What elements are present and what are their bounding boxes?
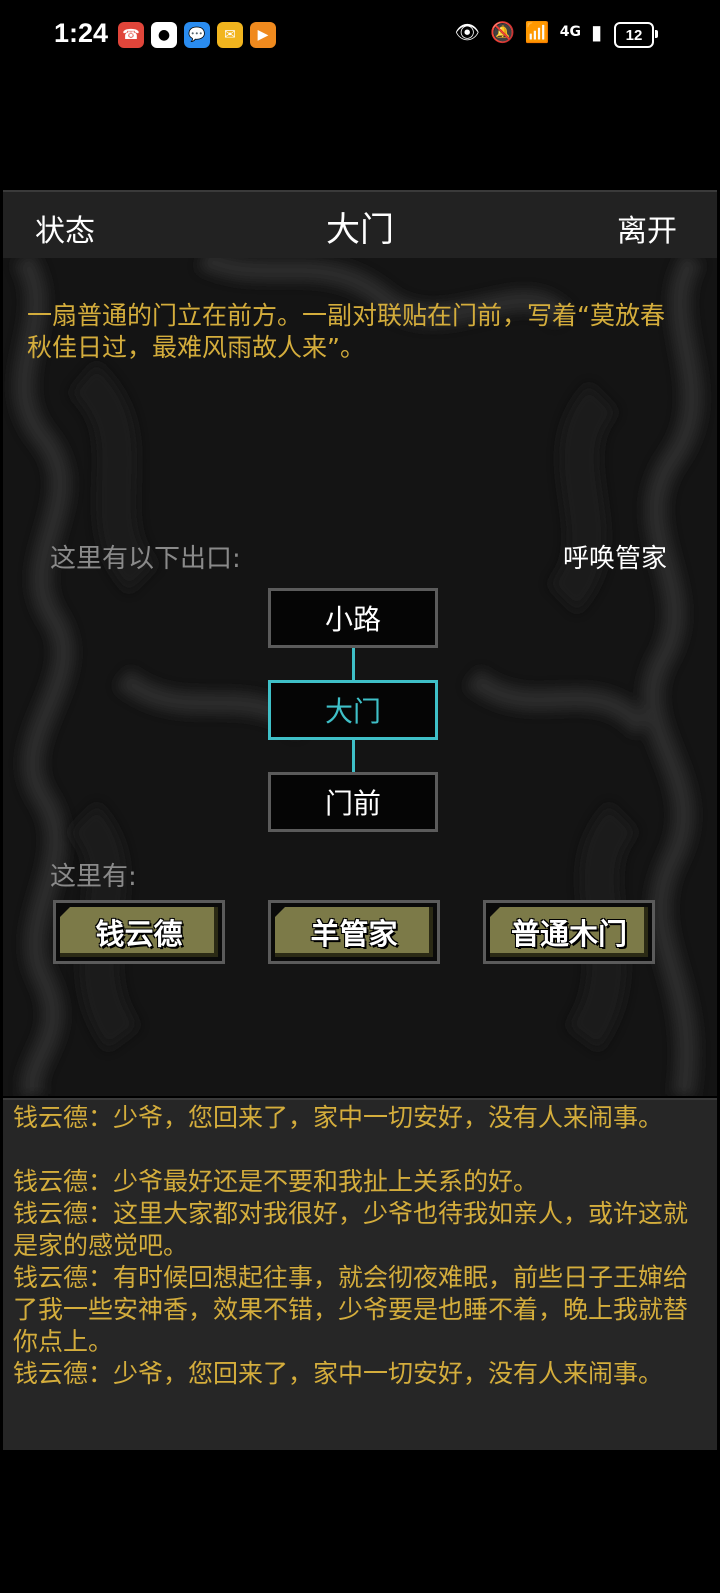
battery-icon: 12 <box>614 22 658 48</box>
log-line: 钱云德：少爷，您回来了，家中一切安好，没有人来闹事。 <box>13 1359 664 1388</box>
npc-label: 羊管家 <box>275 907 433 957</box>
mail-icon: ✉ <box>217 22 243 48</box>
status-time: 1:24 <box>54 18 109 48</box>
map-connector <box>352 740 355 772</box>
current-room[interactable]: 大门 <box>268 680 438 740</box>
map-connector <box>352 648 355 680</box>
exit-room-path[interactable]: 小路 <box>268 588 438 648</box>
signal-icon: ▮ <box>590 20 602 44</box>
status-bar: 1:24 ☎ ● 💬 ✉ ▶ 👁 🔕 📶 4G ▮ 12 <box>0 0 720 72</box>
mute-icon: 🔕 <box>489 20 515 44</box>
npc-button[interactable]: 钱云德 <box>53 900 225 964</box>
log-line: 钱云德：少爷最好还是不要和我扯上关系的好。 <box>13 1167 539 1196</box>
notification-icons: ☎ ● 💬 ✉ ▶ <box>118 22 276 48</box>
leave-button[interactable]: 离开 <box>617 206 677 250</box>
scene-panel: 一扇普通的门立在前方。一副对联贴在门前，写着“莫放春秋佳日过，最难风雨故人来”。… <box>3 258 717 1096</box>
qq-icon: ● <box>151 22 177 48</box>
eye-icon: 👁 <box>454 20 480 44</box>
smoke-background <box>13 258 703 1096</box>
exit-room-front[interactable]: 门前 <box>268 772 438 832</box>
wifi-icon: 📶 <box>524 20 550 44</box>
system-icons: 👁 🔕 📶 4G ▮ <box>455 20 602 44</box>
missed-call-icon: ☎ <box>118 22 144 48</box>
message-icon: 💬 <box>184 22 210 48</box>
log-line: 钱云德：这里大家都对我很好，少爷也待我如亲人，或许这就是家的感觉吧。 <box>13 1199 689 1260</box>
npc-label: 钱云德 <box>60 907 218 957</box>
scene-description: 一扇普通的门立在前方。一副对联贴在门前，写着“莫放春秋佳日过，最难风雨故人来”。 <box>27 301 665 362</box>
page-title: 大门 <box>326 210 394 250</box>
object-button[interactable]: 普通木门 <box>483 900 655 964</box>
npc-label: 普通木门 <box>490 907 648 957</box>
log-line: 钱云德：有时候回想起往事，就会彻夜难眠，前些日子王婶给了我一些安神香，效果不错，… <box>13 1263 689 1356</box>
call-butler-button[interactable]: 呼唤管家 <box>563 538 667 575</box>
exits-label: 这里有以下出口: <box>50 544 241 574</box>
video-icon: ▶ <box>250 22 276 48</box>
location-header: 状态 大门 离开 <box>3 190 717 260</box>
npc-button[interactable]: 羊管家 <box>268 900 440 964</box>
network-type: 4G <box>559 24 581 40</box>
message-log[interactable]: 钱云德：少爷，您回来了，家中一切安好，没有人来闹事。 钱云德：少爷最好还是不要和… <box>3 1098 717 1450</box>
log-line: 钱云德：少爷，您回来了，家中一切安好，没有人来闹事。 <box>13 1103 664 1132</box>
here-label: 这里有: <box>50 862 137 892</box>
